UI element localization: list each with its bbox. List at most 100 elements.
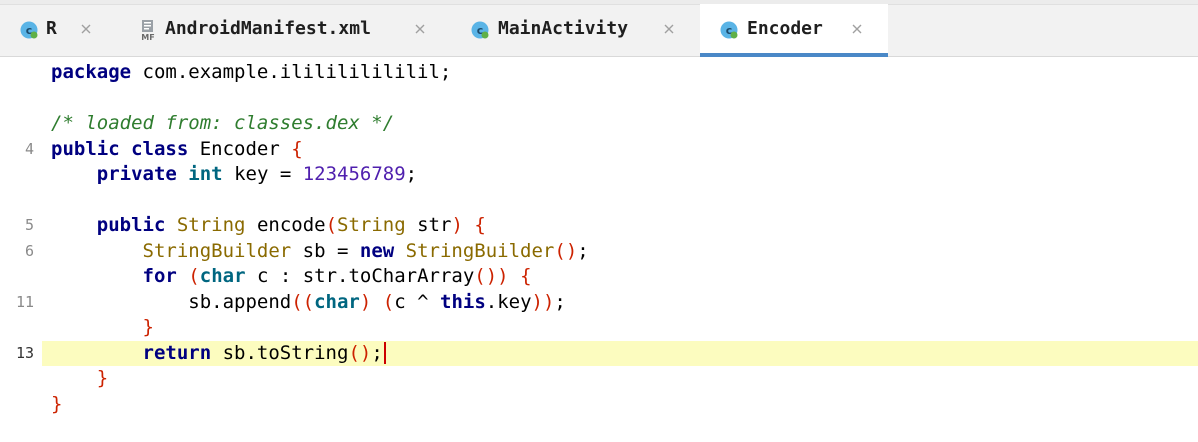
code-token: sb = bbox=[291, 239, 360, 262]
code-token: ; bbox=[554, 290, 566, 313]
code-line[interactable]: return sb.toString(); bbox=[51, 341, 386, 367]
code-line[interactable]: } bbox=[51, 392, 62, 418]
code-token: () bbox=[348, 341, 372, 364]
class-icon: c bbox=[471, 21, 489, 39]
code-token: } bbox=[51, 392, 63, 415]
code-token: return bbox=[142, 341, 212, 364]
code-token: c ^ bbox=[394, 290, 440, 313]
manifest-icon-text: MF bbox=[141, 33, 154, 42]
editor-tab-bar: c R MF AndroidManifest.xml c MainActivit… bbox=[0, 0, 1198, 57]
code-token: 123456789 bbox=[302, 163, 406, 185]
code-token: } bbox=[96, 367, 109, 389]
tab-label: AndroidManifest.xml bbox=[165, 18, 371, 39]
line-number: 5 bbox=[24, 216, 34, 234]
code-line[interactable]: StringBuilder sb = new StringBuilder(); bbox=[51, 239, 589, 265]
code-token: char bbox=[314, 290, 360, 313]
ide-window: c R MF AndroidManifest.xml c MainActivit… bbox=[0, 0, 1198, 442]
code-token: Encoder bbox=[188, 137, 292, 160]
code-token: String bbox=[176, 214, 246, 236]
code-token: public bbox=[96, 214, 166, 236]
code-token: { bbox=[520, 265, 532, 287]
code-token: c : str.toCharArray bbox=[245, 265, 475, 287]
code-token: package bbox=[51, 61, 132, 83]
code-token: for bbox=[142, 265, 177, 287]
code-token: { bbox=[291, 137, 303, 160]
code-line[interactable]: for (char c : str.toCharArray()) { bbox=[51, 264, 532, 290]
close-icon[interactable] bbox=[79, 22, 93, 36]
code-token: ) bbox=[359, 290, 372, 313]
code-line[interactable]: /* loaded from: classes.dex */ bbox=[51, 111, 394, 137]
code-line[interactable]: package com.example.ililililililil; bbox=[51, 60, 451, 86]
code-token: ; bbox=[577, 239, 589, 262]
code-token: ( bbox=[325, 214, 338, 236]
tab-android-manifest[interactable]: MF AndroidManifest.xml bbox=[112, 4, 444, 56]
line-number: 4 bbox=[24, 139, 34, 158]
code-token: ()) bbox=[474, 265, 509, 287]
code-token: sb.append bbox=[51, 290, 292, 313]
tab-label: MainActivity bbox=[498, 18, 629, 39]
code-editor[interactable]: package com.example.ililililililil; /* lo… bbox=[0, 57, 1198, 442]
close-icon[interactable] bbox=[850, 22, 864, 36]
code-token: ; bbox=[371, 341, 383, 364]
code-token: com.example.ililililililil; bbox=[131, 61, 452, 83]
code-token: } bbox=[142, 316, 154, 338]
code-token: (( bbox=[291, 290, 315, 313]
tab-encoder[interactable]: c Encoder bbox=[700, 4, 888, 57]
code-line[interactable]: } bbox=[51, 366, 108, 392]
code-token: key = bbox=[222, 163, 303, 185]
tab-main-activity[interactable]: c MainActivity bbox=[444, 4, 700, 56]
code-line[interactable]: sb.append((char) (c ^ this.key)); bbox=[51, 290, 566, 316]
code-token: String bbox=[337, 214, 406, 236]
code-line[interactable]: public String encode(String str) { bbox=[51, 213, 486, 239]
code-line[interactable]: } bbox=[51, 315, 154, 341]
code-token: StringBuilder bbox=[405, 239, 555, 262]
code-token: new bbox=[359, 239, 395, 262]
code-token: int bbox=[188, 163, 223, 185]
code-token: ) bbox=[451, 214, 463, 236]
text-caret bbox=[383, 342, 386, 364]
manifest-file-icon: MF bbox=[141, 20, 155, 42]
code-token: () bbox=[554, 239, 578, 262]
tab-r[interactable]: c R bbox=[0, 4, 112, 56]
code-token: this bbox=[440, 290, 486, 313]
code-token: encode bbox=[245, 214, 326, 236]
close-icon[interactable] bbox=[413, 22, 427, 36]
line-number: 11 bbox=[15, 292, 34, 311]
code-token: /* loaded from: classes.dex */ bbox=[51, 112, 395, 134]
code-token: sb.toString bbox=[211, 341, 349, 364]
tab-label: R bbox=[46, 18, 57, 39]
class-icon: c bbox=[20, 21, 38, 39]
code-token: char bbox=[199, 265, 246, 287]
tab-label: Encoder bbox=[747, 18, 823, 39]
code-token: ( bbox=[382, 290, 395, 313]
code-token: StringBuilder bbox=[142, 239, 292, 262]
code-token: public class bbox=[51, 137, 189, 160]
code-token: ; bbox=[405, 163, 418, 185]
class-icon: c bbox=[720, 21, 738, 39]
code-token: private bbox=[96, 163, 177, 185]
line-number: 13 bbox=[15, 343, 34, 362]
line-number: 6 bbox=[24, 241, 34, 260]
close-icon[interactable] bbox=[662, 22, 676, 36]
code-token: str bbox=[405, 214, 452, 236]
code-token: )) bbox=[531, 290, 555, 313]
code-token: { bbox=[474, 214, 486, 236]
code-line[interactable]: private int key = 123456789; bbox=[51, 162, 417, 188]
code-token: .key bbox=[485, 290, 532, 313]
code-token: ( bbox=[188, 265, 200, 287]
code-line[interactable]: public class Encoder { bbox=[51, 137, 303, 163]
